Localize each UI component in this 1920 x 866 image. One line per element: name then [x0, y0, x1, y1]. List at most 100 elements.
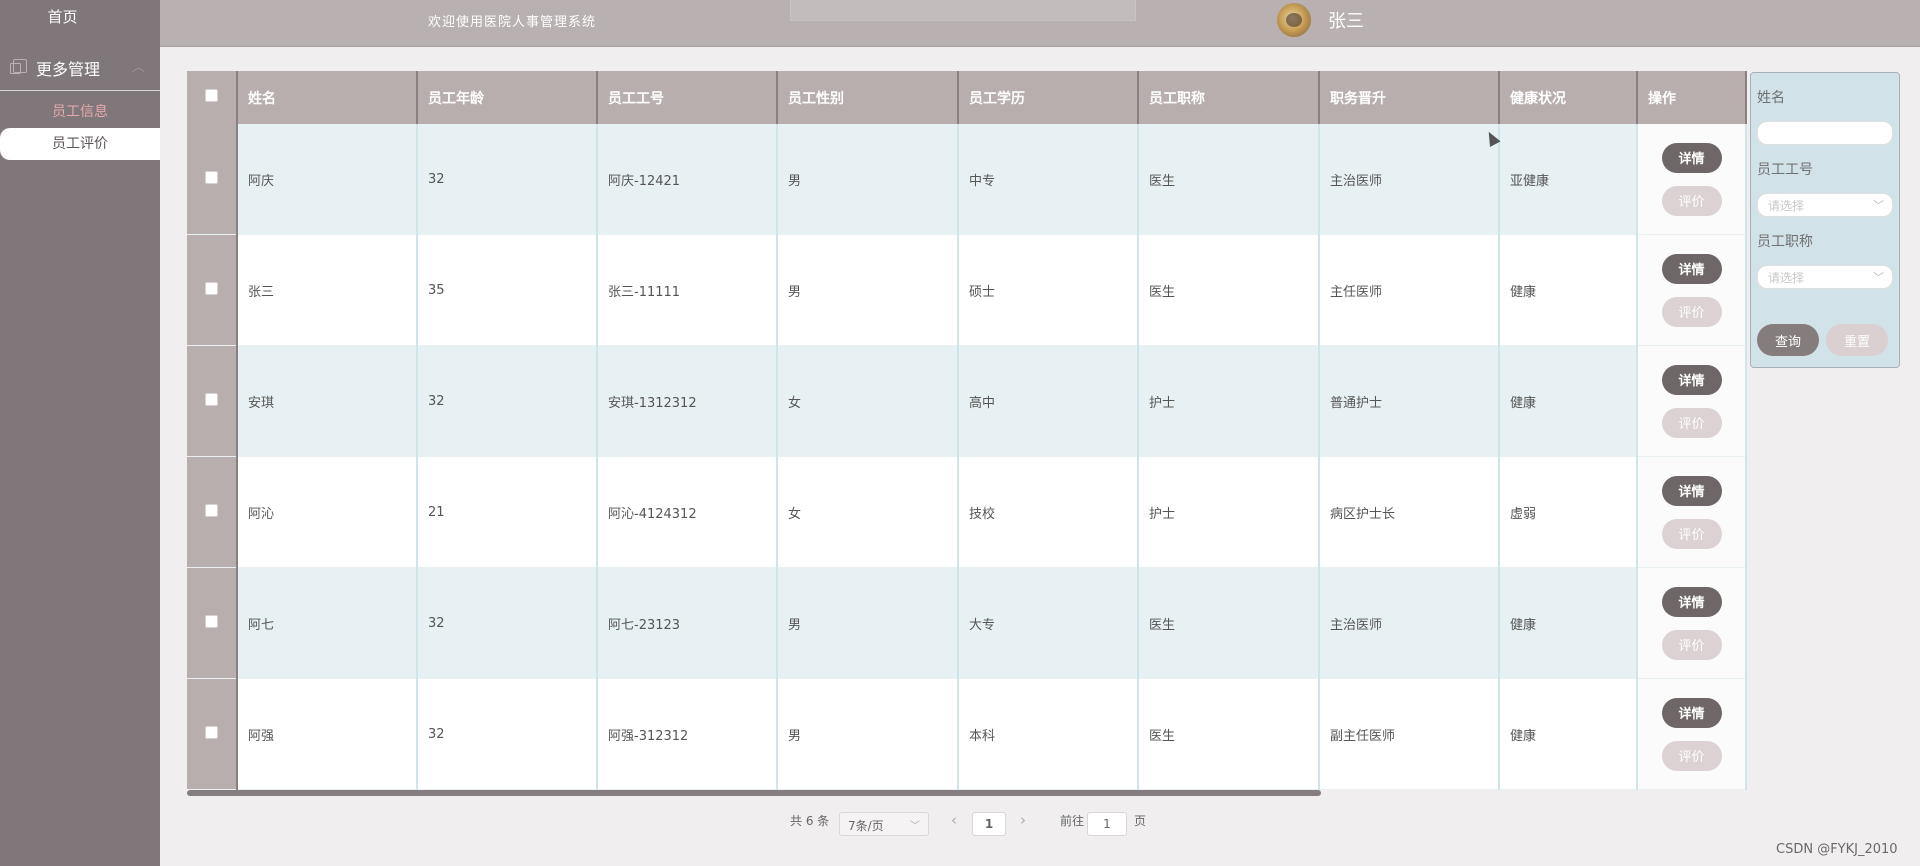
cell-employee-id: 张三-11111	[597, 234, 778, 346]
query-button[interactable]: 查询	[1757, 324, 1819, 356]
current-page[interactable]: 1	[972, 812, 1006, 836]
name-filter-input[interactable]	[1757, 121, 1893, 145]
cell-job-title: 医生	[1138, 567, 1320, 679]
goto-page-input[interactable]: 1	[1087, 812, 1127, 836]
sidebar-item-employee-info[interactable]: 员工信息	[0, 96, 160, 128]
column-header-health[interactable]: 健康状况	[1499, 71, 1638, 124]
cell-employee-id: 阿沁-4124312	[597, 456, 778, 568]
cell-age: 32	[417, 345, 598, 457]
row-select-cell	[187, 234, 238, 346]
detail-button[interactable]: 详情	[1661, 586, 1722, 617]
evaluate-button[interactable]: 评价	[1661, 185, 1722, 216]
column-header-promotion[interactable]: 职务晋升	[1319, 71, 1500, 124]
avatar[interactable]	[1277, 3, 1311, 37]
cell-gender: 男	[777, 124, 959, 235]
sidebar-menu-more-management[interactable]: 更多管理 ︿	[0, 50, 160, 91]
cell-age: 21	[417, 456, 598, 568]
column-header-education[interactable]: 员工学历	[958, 71, 1139, 124]
column-header-gender[interactable]: 员工性别	[777, 71, 959, 124]
chevron-down-icon: ﹀	[1873, 271, 1884, 284]
cell-name: 安琪	[237, 345, 418, 457]
row-checkbox[interactable]	[205, 503, 218, 517]
detail-button[interactable]: 详情	[1661, 364, 1722, 395]
cell-gender: 男	[777, 567, 959, 679]
chevron-down-icon: ﹀	[910, 821, 920, 832]
cell-promotion: 主治医师	[1319, 124, 1500, 235]
employee-id-select[interactable]: 请选择 ﹀	[1757, 193, 1893, 217]
cell-promotion: 普通护士	[1319, 345, 1500, 457]
row-checkbox[interactable]	[205, 392, 218, 406]
cell-promotion: 副主任医师	[1319, 678, 1500, 790]
row-select-cell	[187, 456, 238, 568]
cell-job-title: 护士	[1138, 345, 1320, 457]
name-filter-label: 姓名	[1757, 90, 1785, 106]
column-header-job-title[interactable]: 员工职称	[1138, 71, 1320, 124]
top-header: 欢迎使用医院人事管理系统 张三	[160, 0, 1920, 47]
cell-name: 阿庆	[237, 124, 418, 235]
cell-actions: 详情 评价	[1637, 345, 1747, 457]
evaluate-button[interactable]: 评价	[1661, 407, 1722, 438]
evaluate-button[interactable]: 评价	[1661, 629, 1722, 660]
detail-button[interactable]: 详情	[1661, 142, 1722, 173]
cell-promotion: 主治医师	[1319, 567, 1500, 679]
page-size-value: 7条/页	[848, 819, 884, 833]
sidebar: 首页 更多管理 ︿ 员工信息 员工评价	[0, 0, 160, 866]
job-title-select[interactable]: 请选择 ﹀	[1757, 265, 1893, 289]
row-checkbox[interactable]	[205, 614, 218, 628]
cell-education: 技校	[958, 456, 1139, 568]
horizontal-scrollbar[interactable]	[187, 790, 1321, 796]
cell-gender: 女	[777, 456, 959, 568]
sidebar-item-home[interactable]: 首页	[0, 6, 125, 27]
cell-health: 健康	[1499, 234, 1638, 346]
cell-actions: 详情 评价	[1637, 124, 1747, 235]
detail-button[interactable]: 详情	[1661, 697, 1722, 728]
row-select-cell	[187, 567, 238, 679]
cell-education: 中专	[958, 124, 1139, 235]
sidebar-item-employee-evaluation[interactable]: 员工评价	[0, 128, 160, 160]
employee-id-select-placeholder: 请选择	[1768, 199, 1805, 213]
row-checkbox[interactable]	[205, 170, 218, 184]
cell-education: 大专	[958, 567, 1139, 679]
select-all-checkbox[interactable]	[205, 89, 218, 102]
column-header-age[interactable]: 员工年龄	[417, 71, 598, 124]
notification-bar	[790, 0, 1136, 21]
cell-health: 亚健康	[1499, 124, 1638, 235]
reset-button[interactable]: 重置	[1826, 324, 1888, 356]
cell-age: 32	[417, 124, 598, 235]
table-row: 阿强 32 阿强-312312 男 本科 医生 副主任医师 健康 详情 评价	[187, 678, 1747, 790]
cell-health: 虚弱	[1499, 456, 1638, 568]
goto-prefix: 前往	[1060, 814, 1085, 828]
column-header-actions: 操作	[1637, 71, 1747, 124]
cell-job-title: 医生	[1138, 678, 1320, 790]
cell-actions: 详情 评价	[1637, 234, 1747, 346]
cell-actions: 详情 评价	[1637, 567, 1747, 679]
evaluate-button[interactable]: 评价	[1661, 740, 1722, 771]
cell-gender: 女	[777, 345, 959, 457]
detail-button[interactable]: 详情	[1661, 253, 1722, 284]
goto-suffix: 页	[1134, 814, 1147, 828]
row-checkbox[interactable]	[205, 281, 218, 295]
chevron-up-icon: ︿	[132, 60, 146, 75]
cell-actions: 详情 评价	[1637, 678, 1747, 790]
watermark: CSDN @FYKJ_2010	[1776, 842, 1898, 857]
detail-button[interactable]: 详情	[1661, 475, 1722, 506]
prev-page-button[interactable]: ‹	[951, 811, 957, 829]
employee-id-filter-label: 员工工号	[1757, 162, 1813, 178]
next-page-button[interactable]: ›	[1020, 811, 1026, 829]
cell-promotion: 病区护士长	[1319, 456, 1500, 568]
job-title-select-placeholder: 请选择	[1768, 271, 1805, 285]
evaluate-button[interactable]: 评价	[1661, 296, 1722, 327]
evaluate-button[interactable]: 评价	[1661, 518, 1722, 549]
employee-table: 姓名 员工年龄 员工工号 员工性别 员工学历 员工职称 职务晋升 健康状况 操作…	[187, 71, 1747, 790]
cell-age: 32	[417, 567, 598, 679]
column-header-employee-id[interactable]: 员工工号	[597, 71, 778, 124]
page-size-select[interactable]: 7条/页 ﹀	[839, 812, 929, 836]
header-username[interactable]: 张三	[1328, 7, 1364, 33]
row-checkbox[interactable]	[205, 725, 218, 739]
table-row: 阿七 32 阿七-23123 男 大专 医生 主治医师 健康 详情 评价	[187, 567, 1747, 679]
cell-gender: 男	[777, 234, 959, 346]
cell-job-title: 护士	[1138, 456, 1320, 568]
column-header-name[interactable]: 姓名	[237, 71, 418, 124]
search-panel: 姓名 员工工号 请选择 ﹀ 员工职称 请选择 ﹀ 查询 重置	[1750, 72, 1900, 368]
cell-education: 本科	[958, 678, 1139, 790]
